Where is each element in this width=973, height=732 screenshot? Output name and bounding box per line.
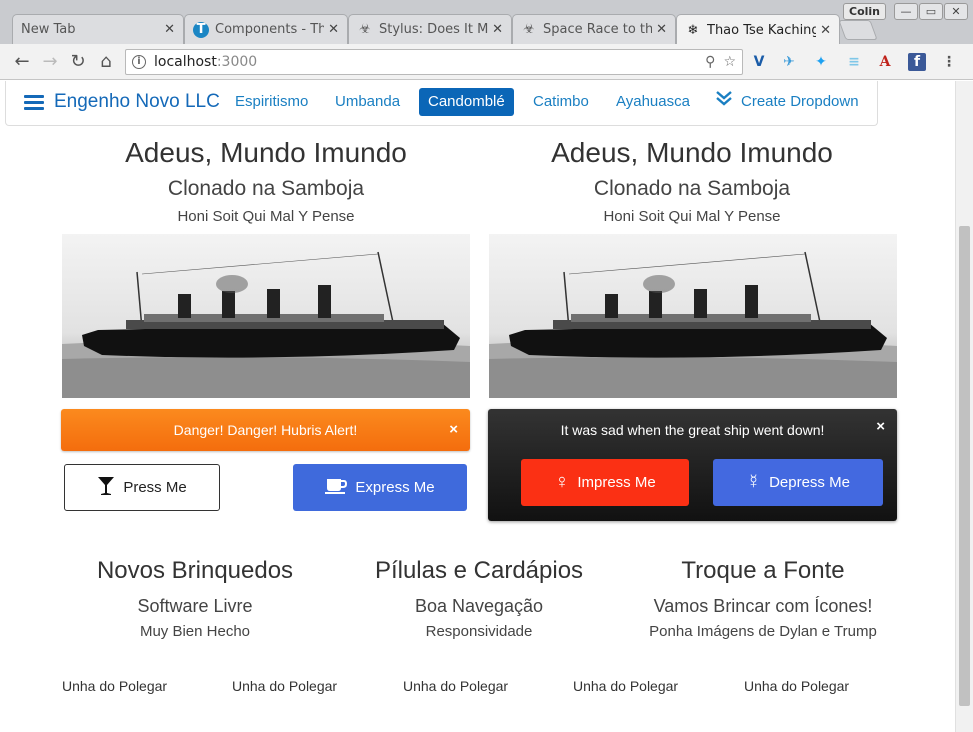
nav-link-ayahuasca[interactable]: Ayahuasca (607, 88, 699, 116)
left-card-tagline: Honi Soit Qui Mal Y Pense (177, 208, 355, 225)
tab-stylus[interactable]: ☣ Stylus: Does It M ✕ (348, 14, 512, 44)
scrollbar-thumb[interactable] (959, 226, 970, 706)
tab-title: Thao Tse Kaching (707, 22, 817, 38)
thumbnail-label[interactable]: Unha do Polegar (744, 678, 894, 694)
url-host: localhost (154, 54, 217, 70)
female-symbol-icon: ♀ (554, 471, 570, 493)
button-label: Depress Me (769, 474, 850, 491)
extension-bird-icon[interactable]: ✈ (780, 53, 798, 71)
extension-lines-icon[interactable]: ≡ (845, 53, 863, 71)
home-icon[interactable]: ⌂ (94, 50, 118, 74)
tab-space-race[interactable]: ☣ Space Race to th ✕ (512, 14, 676, 44)
back-icon[interactable]: ← (10, 50, 34, 74)
url-port: :3000 (216, 54, 258, 70)
info-icon[interactable]: i (132, 55, 146, 69)
biohazard-icon: ☣ (359, 22, 371, 37)
button-label: Express Me (355, 479, 435, 496)
acrobat-icon[interactable]: A (876, 53, 894, 71)
nav-link-espiritismo[interactable]: Espiritismo (226, 88, 317, 116)
new-tab-button[interactable] (838, 20, 878, 40)
titanic-image-right (489, 234, 897, 398)
feature-col-subtitle: Vamos Brincar com Ícones! (653, 596, 873, 616)
bookmark-star-icon[interactable]: ☆ (723, 54, 736, 70)
reload-icon[interactable]: ↻ (66, 50, 90, 74)
impress-me-button[interactable]: ♀ Impress Me (521, 459, 689, 506)
twitter-icon[interactable]: ✦ (812, 53, 830, 71)
button-label: Impress Me (577, 474, 656, 491)
tab-title: Space Race to th (543, 22, 653, 37)
mercury-symbol-icon: ☿ (746, 471, 762, 493)
alert-text: Danger! Danger! Hubris Alert! (173, 422, 358, 438)
brand[interactable]: Engenho Novo LLC (24, 91, 220, 113)
thumbnail-label[interactable]: Unha do Polegar (62, 678, 212, 694)
create-dropdown[interactable]: Create Dropdown (706, 88, 868, 116)
feature-col-title: Novos Brinquedos (96, 557, 294, 584)
cocktail-glass-icon (97, 476, 115, 500)
maximize-icon[interactable]: ▭ (919, 3, 943, 20)
tab-title: New Tab (21, 22, 76, 37)
minimize-icon[interactable]: — (894, 3, 918, 20)
close-icon[interactable]: ✕ (328, 22, 339, 37)
titanic-image-left (62, 234, 470, 398)
panel-message: It was sad when the great ship went down… (560, 422, 825, 438)
tab-title: Stylus: Does It M (379, 22, 489, 37)
feature-col-small: Responsividade (425, 623, 533, 640)
feature-col-subtitle: Software Livre (137, 596, 253, 616)
right-card-title: Adeus, Mundo Imundo (551, 137, 833, 168)
browser-titlebar: New Tab ✕ T Components - Th ✕ ☣ Stylus: … (0, 0, 973, 45)
thumbnail-label[interactable]: Unha do Polegar (573, 678, 723, 694)
components-favicon-icon: T (193, 21, 209, 38)
tab-title: Components - Th (215, 22, 325, 37)
facebook-icon[interactable]: f (908, 53, 926, 71)
hubris-alert: Danger! Danger! Hubris Alert! × (61, 409, 470, 451)
close-icon[interactable]: ✕ (164, 22, 175, 37)
brand-name: Engenho Novo LLC (54, 91, 220, 112)
close-icon[interactable]: ✕ (492, 22, 503, 37)
profile-button[interactable]: Colin (843, 3, 887, 20)
right-card-tagline: Honi Soit Qui Mal Y Pense (603, 208, 781, 225)
biohazard-icon: ☣ (523, 22, 535, 37)
tab-new-tab[interactable]: New Tab ✕ (12, 14, 184, 44)
forward-icon[interactable]: → (38, 50, 62, 74)
feature-col-subtitle: Boa Navegação (414, 596, 544, 616)
dropdown-label: Create Dropdown (741, 93, 859, 110)
tab-thao-tse-kaching[interactable]: ❄ Thao Tse Kaching ✕ (676, 14, 840, 45)
tab-components[interactable]: T Components - Th ✕ (184, 14, 348, 44)
alert-close-icon[interactable]: × (449, 409, 458, 451)
nav-link-catimbo[interactable]: Catimbo (524, 88, 598, 116)
depress-me-button[interactable]: ☿ Depress Me (713, 459, 883, 506)
feature-col-small: Muy Bien Hecho (139, 623, 251, 640)
address-bar[interactable]: i localhost:3000 ⚲ ☆ (125, 49, 743, 75)
extension-v-icon[interactable]: V (750, 53, 768, 71)
left-card-subtitle: Clonado na Samboja (167, 177, 365, 200)
coffee-cup-icon (325, 477, 348, 499)
window-close-icon[interactable]: ✕ (944, 3, 968, 20)
ship-sad-panel: It was sad when the great ship went down… (488, 409, 897, 521)
express-me-button[interactable]: Express Me (293, 464, 467, 511)
nav-link-umbanda[interactable]: Umbanda (326, 88, 409, 116)
left-card-title: Adeus, Mundo Imundo (125, 137, 407, 168)
nav-link-candomble[interactable]: Candomblé (419, 88, 514, 116)
zoom-search-icon[interactable]: ⚲ (705, 54, 715, 70)
close-icon[interactable]: ✕ (656, 22, 667, 37)
feature-col-title: Troque a Fonte (681, 557, 845, 584)
page-viewport: Engenho Novo LLC Espiritismo Umbanda Can… (0, 81, 955, 732)
menu-icon[interactable]: ⋮ (940, 53, 958, 71)
snowflake-icon: ❄ (687, 22, 699, 38)
close-icon[interactable]: ✕ (820, 23, 831, 38)
page-scrollbar[interactable] (955, 81, 973, 732)
double-chevron-down-icon (715, 88, 733, 116)
button-label: Press Me (123, 479, 187, 496)
right-card-subtitle: Clonado na Samboja (593, 177, 791, 200)
feature-col-small: Ponha Imágens de Dylan e Trump (649, 623, 877, 640)
feature-col-title: Pílulas e Cardápios (374, 557, 584, 584)
site-navbar: Engenho Novo LLC Espiritismo Umbanda Can… (5, 81, 878, 126)
thumbnail-label[interactable]: Unha do Polegar (232, 678, 382, 694)
thumbnail-label[interactable]: Unha do Polegar (403, 678, 553, 694)
browser-toolbar: ← → ↻ ⌂ i localhost:3000 ⚲ ☆ V ✈ ✦ ≡ A f… (0, 44, 973, 80)
panel-close-icon[interactable]: × (876, 419, 885, 435)
press-me-button[interactable]: Press Me (64, 464, 220, 511)
hamburger-icon[interactable] (24, 92, 44, 113)
